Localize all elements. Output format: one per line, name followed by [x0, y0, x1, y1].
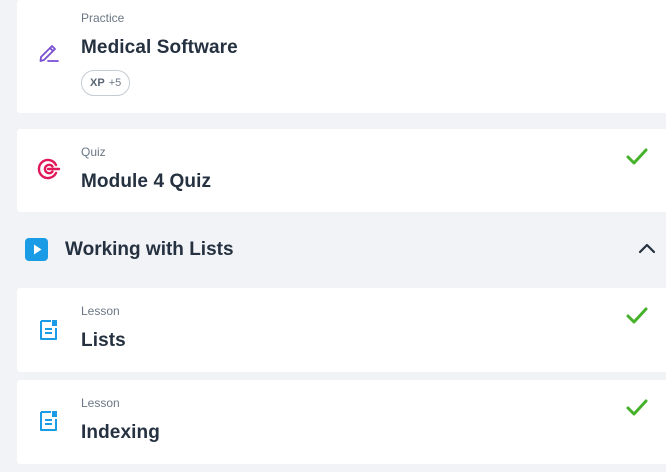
completed-check-icon — [626, 307, 648, 324]
card-title: Medical Software — [81, 37, 238, 58]
section-header[interactable]: Working with Lists — [17, 228, 666, 272]
completed-check-icon — [626, 148, 648, 165]
xp-label: XP — [90, 77, 105, 89]
card-type-label: Lesson — [81, 304, 120, 318]
completed-check-icon — [626, 399, 648, 416]
target-icon — [37, 158, 61, 180]
play-icon — [25, 238, 48, 261]
lesson-card-lists[interactable]: Lesson Lists — [17, 288, 666, 372]
lesson-card-indexing[interactable]: Lesson Indexing — [17, 380, 666, 464]
quiz-card[interactable]: Quiz Module 4 Quiz — [17, 129, 666, 212]
xp-value: +5 — [108, 77, 122, 89]
document-icon — [40, 411, 57, 431]
practice-card[interactable]: Practice Medical Software XP +5 — [17, 0, 666, 113]
pencil-edit-icon — [39, 45, 59, 62]
card-title: Module 4 Quiz — [81, 171, 212, 192]
card-title: Lists — [81, 330, 126, 351]
card-title: Indexing — [81, 422, 160, 443]
card-type-label: Lesson — [81, 396, 120, 410]
xp-badge: XP +5 — [81, 70, 131, 96]
section-title: Working with Lists — [65, 239, 234, 260]
card-type-label: Quiz — [81, 145, 106, 159]
chevron-up-icon[interactable] — [638, 241, 656, 255]
document-icon — [40, 320, 57, 340]
card-type-label: Practice — [81, 11, 125, 25]
